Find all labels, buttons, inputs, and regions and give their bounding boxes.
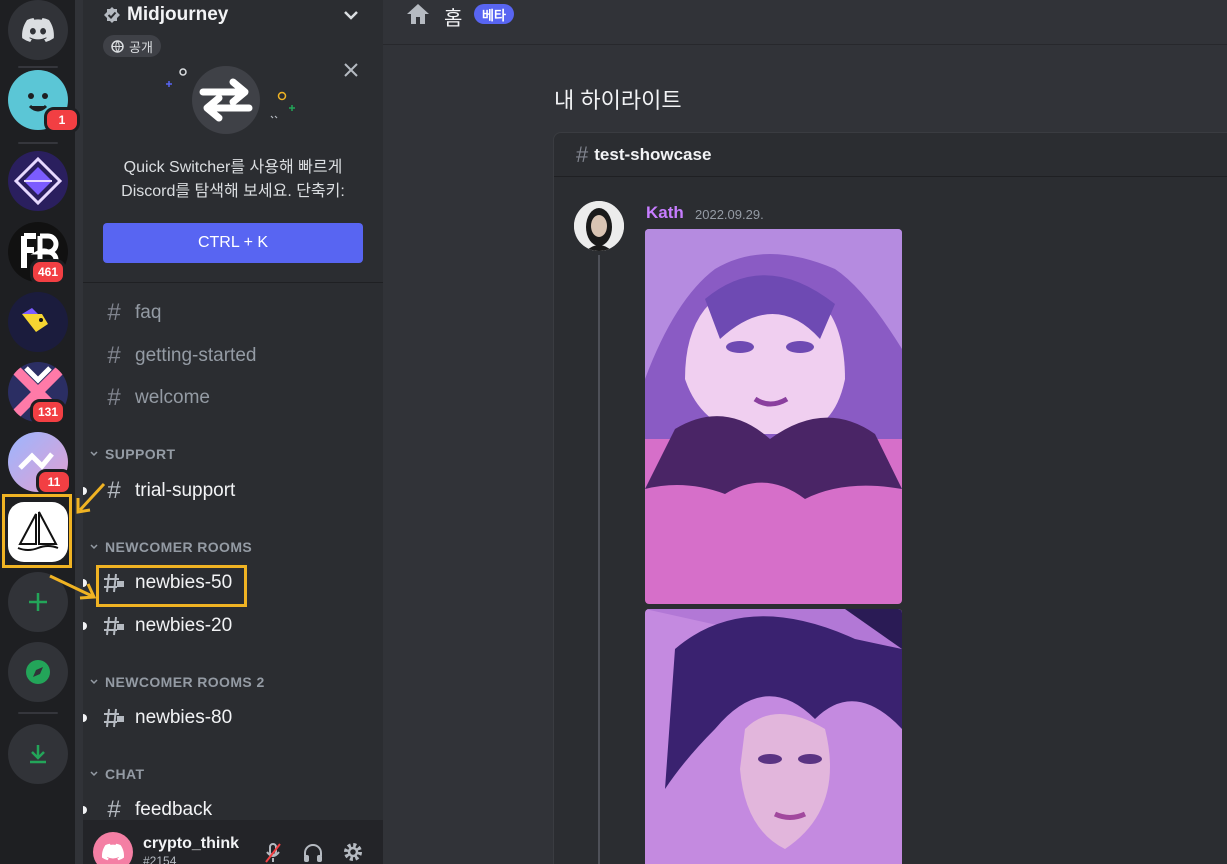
attachment-image[interactable] <box>645 609 902 864</box>
rail-separator <box>18 712 58 714</box>
guild-name: Midjourney <box>127 4 229 25</box>
category-support[interactable]: SUPPORT <box>89 446 175 462</box>
public-label: 공개 <box>129 39 153 55</box>
purple-portrait-image <box>645 609 902 864</box>
shortcut-button[interactable]: CTRL + K <box>103 223 363 263</box>
user-panel: crypto_think #2154 <box>83 820 383 864</box>
chevron-down-icon <box>90 679 98 685</box>
divider <box>83 282 383 283</box>
attachment-image[interactable] <box>645 229 902 604</box>
quick-switcher-line-2: Discord를 탐색해 보세요. 단축키: <box>121 183 345 200</box>
unread-indicator <box>83 622 87 630</box>
channel-label: newbies-20 <box>135 615 233 636</box>
highlight-card: # test-showcase Kath 2022.09.29. <box>553 132 1227 864</box>
arrow-to-channel <box>49 574 93 598</box>
category-label: SUPPORT <box>105 446 176 462</box>
quick-switcher-text: Quick Switcher를 사용해 빠르게 Discord를 탐색해 보세요… <box>83 156 383 204</box>
quick-switcher-line-1: Quick Switcher를 사용해 빠르게 <box>123 159 343 176</box>
server-rail: 1 461 131 11 <box>0 0 80 864</box>
hash-icon: # <box>576 141 589 167</box>
hash-icon: # <box>107 384 121 411</box>
chevron-down-icon <box>90 451 98 457</box>
channel-newbies-20[interactable]: newbies-20 <box>103 609 232 643</box>
channel-label: welcome <box>135 387 210 408</box>
beta-badge: 베타 <box>474 4 514 24</box>
globe-icon <box>111 39 124 53</box>
channel-label: newbies-80 <box>135 707 233 728</box>
compass-icon <box>26 660 50 684</box>
portrait-avatar-icon <box>574 201 624 251</box>
public-pill: 공개 <box>103 35 161 57</box>
mic-muted-icon[interactable] <box>263 842 283 864</box>
unread-badge: 1 <box>44 107 80 133</box>
quick-switcher-illustration <box>166 66 295 134</box>
explore-servers-button[interactable] <box>8 642 68 702</box>
download-icon <box>30 745 46 764</box>
rail-separator <box>18 142 58 144</box>
category-label: NEWCOMER ROOMS <box>105 539 253 555</box>
category-newcomer-rooms-2[interactable]: NEWCOMER ROOMS 2 <box>89 674 265 690</box>
arrow-to-server <box>78 482 106 512</box>
top-bar: 홈 베타 <box>383 0 1227 45</box>
page-title: 홈 <box>444 8 463 30</box>
purple-portrait-image <box>645 229 902 604</box>
unread-indicator <box>83 714 87 722</box>
crystal-icon <box>13 156 63 206</box>
home-icon <box>407 4 429 24</box>
hash-icon: # <box>107 342 121 369</box>
card-channel-name: test-showcase <box>594 144 712 164</box>
locked-hash-icon <box>104 616 124 636</box>
close-icon[interactable] <box>343 62 359 78</box>
verified-icon <box>104 7 120 23</box>
hash-icon: # <box>107 299 121 326</box>
channel-newbies-80[interactable]: newbies-80 <box>103 701 232 735</box>
download-apps-button[interactable] <box>8 724 68 784</box>
settings-gear-icon[interactable] <box>342 841 364 863</box>
chevron-down-icon[interactable] <box>342 6 360 24</box>
locked-hash-icon <box>104 708 124 728</box>
discord-logo-icon <box>101 843 125 861</box>
username: crypto_think <box>143 835 240 852</box>
user-avatar[interactable] <box>93 832 133 864</box>
author-avatar[interactable] <box>574 201 624 251</box>
channel-welcome[interactable]: # welcome <box>103 381 210 415</box>
channel-getting-started[interactable]: # getting-started <box>103 339 256 373</box>
highlights-title: 내 하이라이트 <box>554 88 682 113</box>
thread-line <box>598 255 600 864</box>
headphones-icon[interactable] <box>302 842 324 864</box>
rail-separator <box>18 66 58 68</box>
server-crystal[interactable] <box>8 151 68 211</box>
category-label: CHAT <box>105 766 145 782</box>
annotation-arrows <box>49 482 106 600</box>
message-author[interactable]: Kath <box>646 203 684 223</box>
channel-label: newbies-50 <box>135 572 233 593</box>
server-bird[interactable] <box>8 292 68 352</box>
channel-sidebar: Midjourney 공개 Quick Switcher를 사용해 빠르게 Di… <box>83 0 383 864</box>
message-timestamp: 2022.09.29. <box>695 207 764 222</box>
unread-indicator <box>83 806 87 814</box>
channel-trial-support[interactable]: # trial-support <box>103 474 235 508</box>
guild-header[interactable]: Midjourney <box>103 4 228 26</box>
discord-home-button[interactable] <box>8 0 68 60</box>
bird-icon <box>22 308 48 332</box>
channel-faq[interactable]: # faq <box>103 296 161 330</box>
channel-label: getting-started <box>135 345 257 366</box>
channel-label: feedback <box>135 799 213 820</box>
channel-newbies-50[interactable]: newbies-50 <box>103 566 232 600</box>
chevron-down-icon <box>90 771 98 777</box>
unread-badge: 131 <box>30 399 67 425</box>
card-channel-header[interactable]: # test-showcase <box>554 133 1227 177</box>
category-label: NEWCOMER ROOMS 2 <box>105 674 265 690</box>
channel-label: trial-support <box>135 480 236 501</box>
channel-label: faq <box>135 302 162 323</box>
unread-badge: 461 <box>30 259 67 285</box>
discord-logo-icon <box>22 18 54 42</box>
category-chat[interactable]: CHAT <box>89 766 144 782</box>
user-tag: #2154 <box>143 854 177 864</box>
